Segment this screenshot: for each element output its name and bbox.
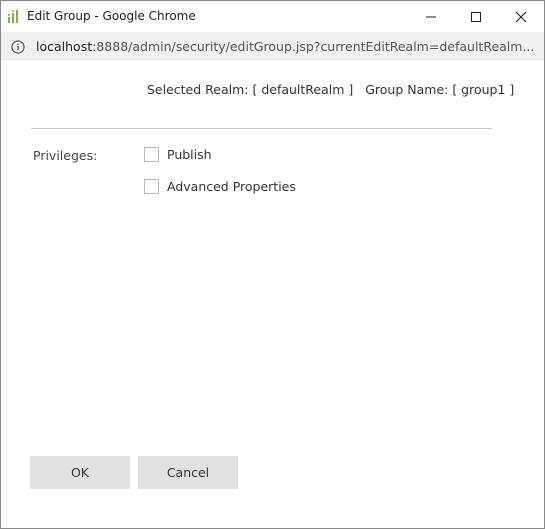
edit-group-form: Selected Realm: [ defaultRealm ] Group N… [1, 61, 544, 528]
publish-label[interactable]: Publish [167, 147, 212, 162]
info-icon[interactable] [11, 39, 25, 54]
advanced-properties-checkbox[interactable] [144, 178, 159, 194]
url-path: :8888/admin/security/editGroup.jsp?curre… [92, 39, 535, 54]
window-title: Edit Group - Google Chrome [27, 9, 196, 23]
browser-window: Edit Group - Google Chrome localhost:888… [0, 0, 545, 529]
realm-group-info: Selected Realm: [ defaultRealm ] Group N… [147, 82, 514, 97]
ok-button[interactable]: OK [30, 456, 130, 489]
privilege-advanced-properties-row[interactable]: Advanced Properties [144, 177, 296, 195]
selected-realm-text: Selected Realm: [ defaultRealm ] [147, 82, 354, 97]
title-bar: Edit Group - Google Chrome [1, 1, 544, 32]
cancel-button[interactable]: Cancel [138, 456, 238, 489]
maximize-button[interactable] [453, 1, 499, 32]
url-host: localhost [36, 39, 93, 54]
divider [31, 128, 492, 129]
publish-checkbox[interactable] [144, 146, 159, 162]
maximize-icon [471, 7, 481, 26]
address-bar[interactable]: localhost:8888/admin/security/editGroup.… [1, 32, 544, 60]
app-chart-icon [7, 8, 21, 24]
minimize-icon [426, 7, 436, 26]
close-button[interactable] [498, 1, 544, 32]
privilege-publish-row[interactable]: Publish [144, 145, 212, 163]
url-text[interactable]: localhost:8888/admin/security/editGroup.… [36, 39, 534, 54]
group-name-text: Group Name: [ group1 ] [365, 82, 515, 97]
close-icon [515, 7, 527, 26]
privileges-label: Privileges: [33, 148, 98, 163]
advanced-properties-label[interactable]: Advanced Properties [167, 179, 296, 194]
minimize-button[interactable] [408, 1, 454, 32]
